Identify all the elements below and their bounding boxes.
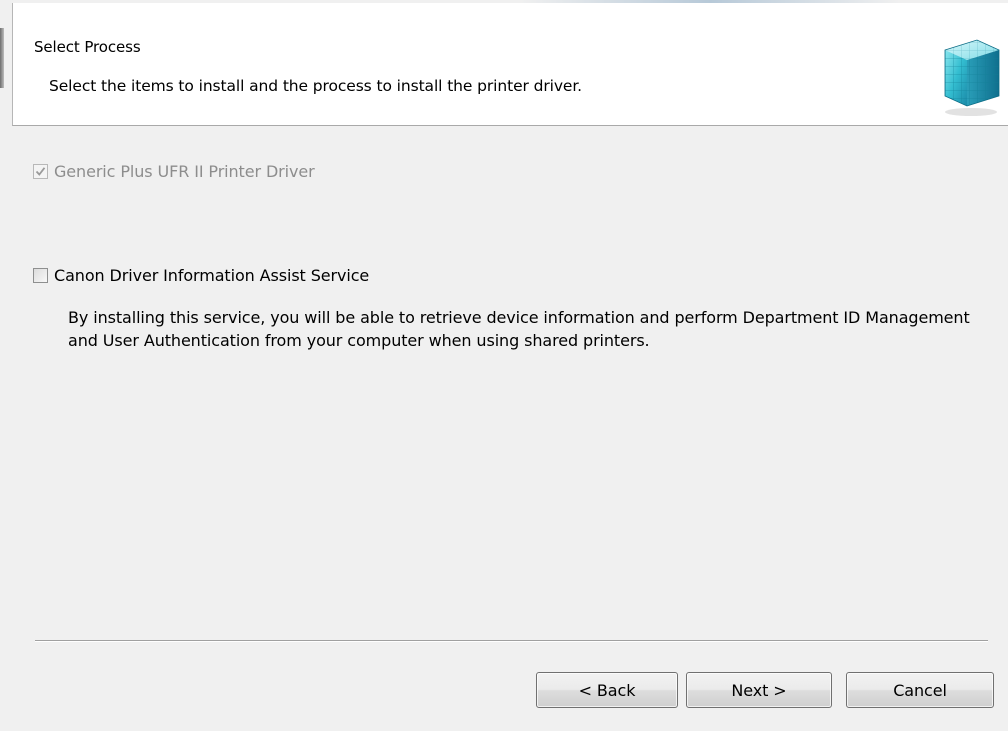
back-button[interactable]: < Back — [536, 672, 678, 708]
footer-separator — [35, 640, 988, 642]
assist-service-checkbox[interactable] — [33, 268, 48, 283]
window-edge — [0, 28, 4, 88]
option-printer-driver: Generic Plus UFR II Printer Driver — [33, 162, 315, 181]
installer-dialog: Select Process Select the items to insta… — [0, 0, 1008, 731]
header-panel: Select Process Select the items to insta… — [12, 3, 1008, 126]
printer-driver-label: Generic Plus UFR II Printer Driver — [54, 162, 315, 181]
next-button[interactable]: Next > — [686, 672, 832, 708]
page-subtitle: Select the items to install and the proc… — [49, 77, 583, 95]
option-assist-service[interactable]: Canon Driver Information Assist Service — [33, 266, 369, 285]
cube-grid-logo-icon — [944, 39, 1000, 116]
assist-service-description: By installing this service, you will be … — [68, 308, 970, 350]
cancel-button[interactable]: Cancel — [846, 672, 994, 708]
page-title: Select Process — [34, 38, 141, 56]
assist-service-label[interactable]: Canon Driver Information Assist Service — [54, 266, 369, 285]
checkmark-icon — [35, 167, 46, 176]
printer-driver-checkbox — [33, 164, 48, 179]
